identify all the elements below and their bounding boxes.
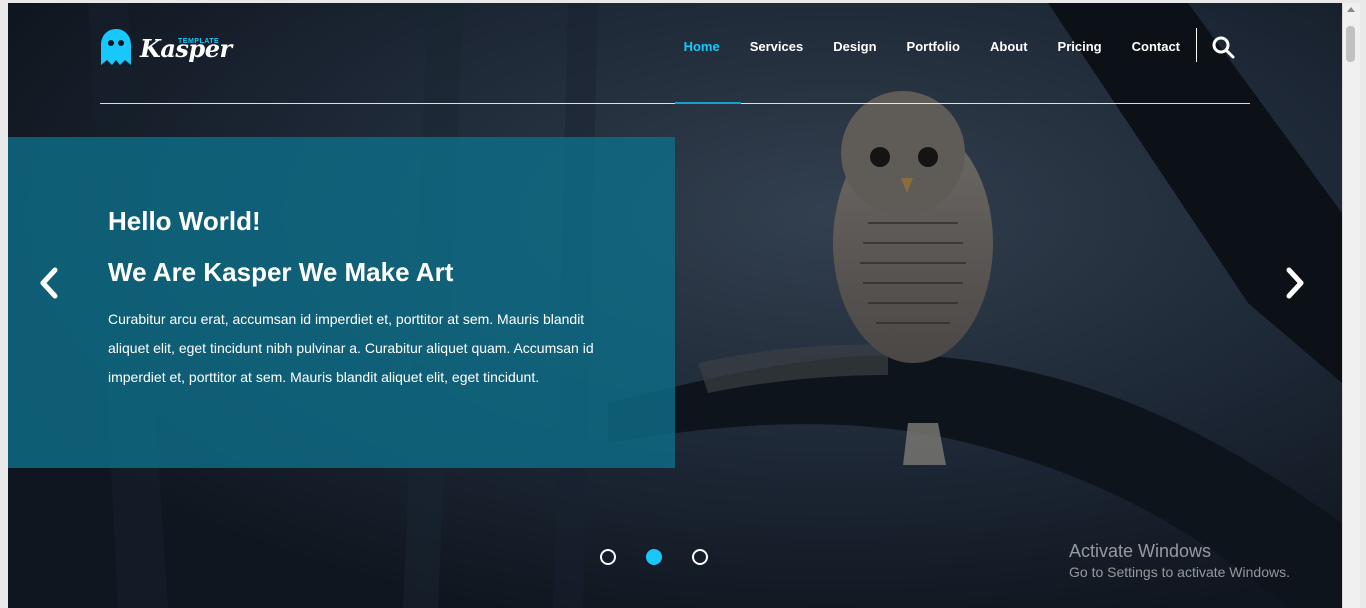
chevron-right-icon[interactable] (1282, 265, 1308, 301)
nav-active-indicator (675, 102, 741, 104)
hero-subtitle: We Are Kasper We Make Art (108, 257, 454, 287)
ghost-icon (101, 29, 131, 65)
hero-title: Hello World! (108, 206, 261, 236)
watermark-title: Activate Windows (1069, 541, 1212, 561)
slider-dot-3[interactable] (692, 549, 708, 565)
nav-item-design[interactable]: Design (818, 38, 891, 56)
search-icon[interactable] (1211, 35, 1235, 59)
scrollbar-thumb[interactable] (1346, 26, 1355, 62)
nav-divider (1196, 28, 1197, 62)
site-header: TEMPLATE Kasper Home Services Design Por… (100, 3, 1250, 104)
nav-item-about[interactable]: About (975, 38, 1043, 56)
nav-item-home[interactable]: Home (669, 38, 735, 56)
scroll-up-icon[interactable] (1347, 7, 1355, 12)
vertical-scrollbar[interactable] (1342, 3, 1360, 608)
brand-logo[interactable]: TEMPLATE Kasper (100, 28, 232, 73)
hero-panel: Hello World! We Are Kasper We Make Art C… (8, 137, 675, 468)
logo-wordmark: Kasper (140, 34, 232, 63)
nav-item-contact[interactable]: Contact (1117, 38, 1195, 56)
main-nav: Home Services Design Portfolio About Pri… (669, 38, 1195, 56)
nav-item-pricing[interactable]: Pricing (1043, 38, 1117, 56)
chevron-left-icon[interactable] (36, 265, 62, 301)
slider-dot-1[interactable] (600, 549, 616, 565)
slider-dots (600, 549, 708, 565)
nav-item-services[interactable]: Services (735, 38, 819, 56)
activate-windows-watermark: Activate Windows Go to Settings to activ… (1069, 541, 1290, 580)
watermark-subtitle: Go to Settings to activate Windows. (1069, 564, 1290, 580)
hero-body: Curabitur arcu erat, accumsan id imperdi… (108, 311, 594, 385)
slider-dot-2[interactable] (646, 549, 662, 565)
browser-viewport: TEMPLATE Kasper Home Services Design Por… (8, 3, 1342, 608)
nav-item-portfolio[interactable]: Portfolio (892, 38, 975, 56)
